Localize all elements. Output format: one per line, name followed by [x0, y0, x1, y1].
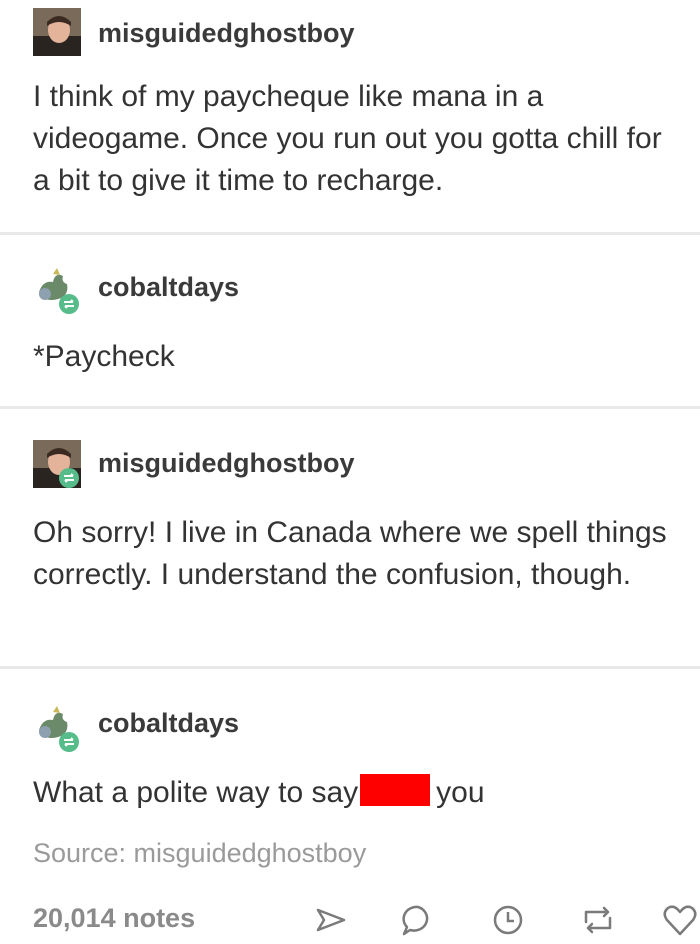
post-text: I think of my paycheque like mana in a v… — [33, 80, 662, 197]
share-icon[interactable] — [310, 900, 350, 940]
divider — [0, 666, 700, 669]
post-text-after: you — [436, 776, 485, 809]
reply-icon[interactable] — [398, 900, 438, 940]
username[interactable]: misguidedghostboy — [98, 18, 355, 49]
username[interactable]: misguidedghostboy — [98, 448, 355, 479]
profile-photo-icon[interactable] — [33, 440, 81, 488]
username[interactable]: cobaltdays — [98, 708, 239, 739]
post-text: Oh sorry! I live in Canada where we spel… — [33, 516, 667, 591]
post-actions — [310, 900, 700, 940]
pokemon-avatar-icon[interactable] — [33, 266, 81, 314]
censor-bar — [360, 774, 431, 806]
queue-icon[interactable] — [488, 900, 528, 940]
divider — [0, 406, 700, 409]
reblog-icon[interactable] — [578, 900, 618, 940]
divider — [0, 232, 700, 235]
post-text: *Paycheck — [33, 340, 175, 373]
pokemon-avatar-icon[interactable] — [33, 704, 81, 752]
profile-photo-icon[interactable] — [33, 8, 81, 56]
like-icon[interactable] — [660, 900, 700, 940]
post-text-before: What a polite way to say — [33, 776, 359, 809]
username[interactable]: cobaltdays — [98, 272, 239, 303]
notes-count[interactable]: 20,014 notes — [33, 903, 195, 934]
post-text: What a polite way to say you — [33, 772, 683, 814]
source-link[interactable]: Source: misguidedghostboy — [33, 838, 366, 869]
